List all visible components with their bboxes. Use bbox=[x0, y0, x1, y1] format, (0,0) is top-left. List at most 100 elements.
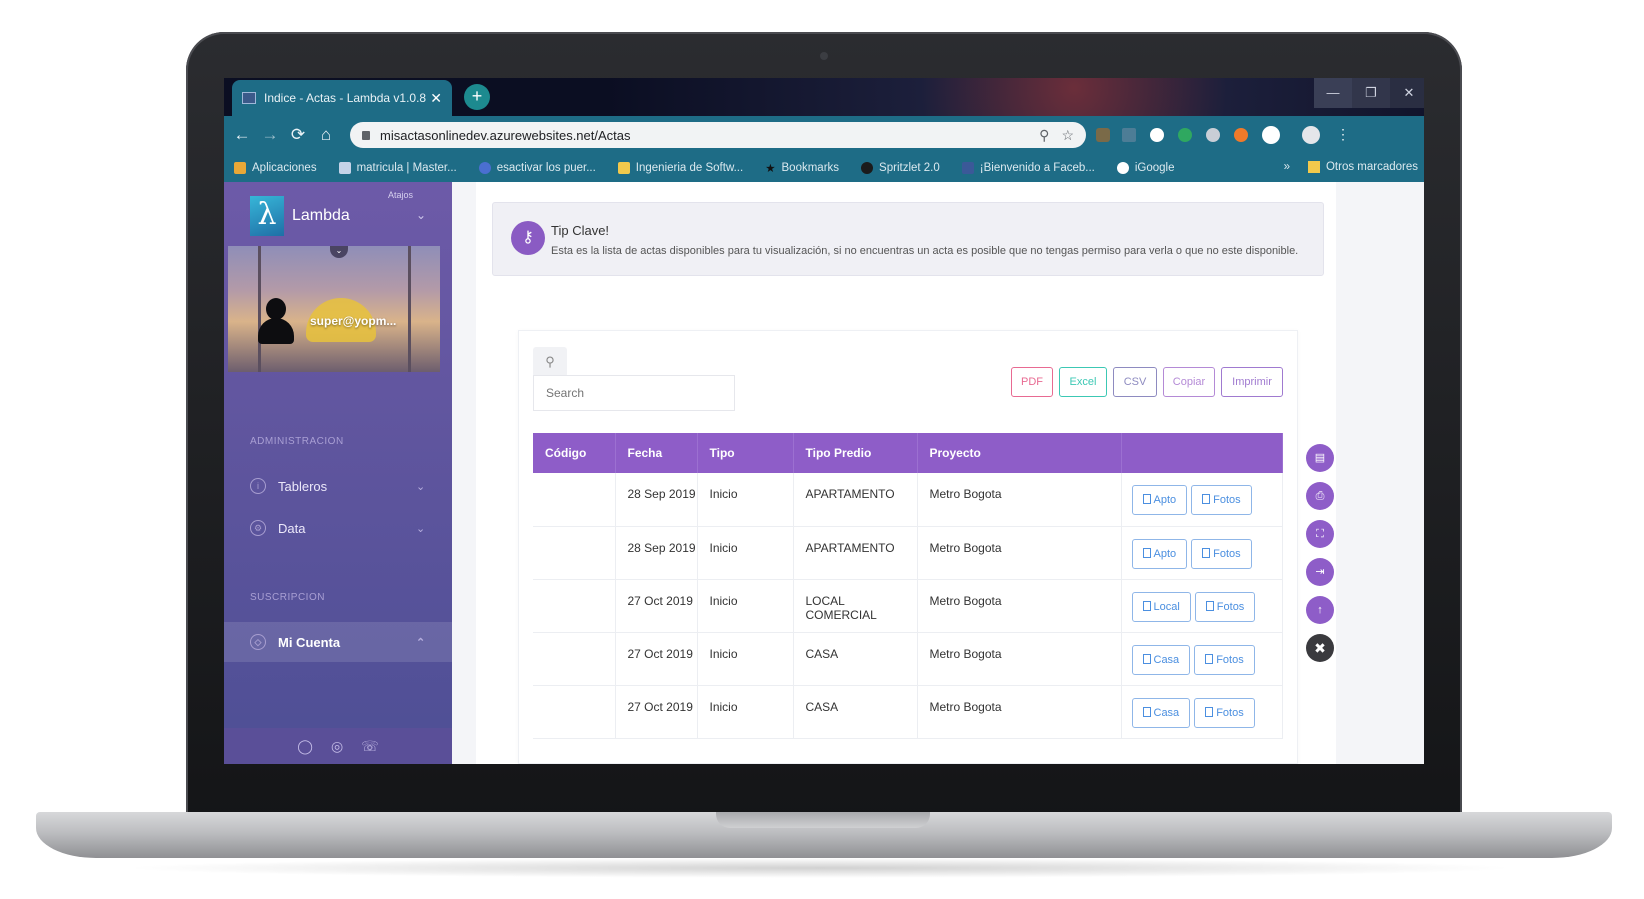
brand[interactable]: λ Lambda bbox=[250, 194, 350, 238]
view-fotos-button[interactable]: Fotos bbox=[1194, 644, 1255, 675]
tip-alert: ⚷ Tip Clave! Esta es la lista de actas d… bbox=[492, 202, 1324, 276]
tab-strip: Indice - Actas - Lambda v1.0.8 ✕ + — ❐ ✕ bbox=[224, 78, 1424, 116]
table-row: 27 Oct 2019 Inicio LOCAL COMERCIAL Metro… bbox=[533, 579, 1283, 633]
copy-button[interactable]: Copiar bbox=[1163, 367, 1215, 397]
maximize-button[interactable]: ❐ bbox=[1352, 78, 1390, 108]
user-email[interactable]: super@yopm... bbox=[310, 314, 396, 328]
column-header[interactable]: Tipo bbox=[697, 433, 794, 473]
window-close-button[interactable]: ✕ bbox=[1390, 78, 1424, 108]
print-icon[interactable]: ⎙ bbox=[1306, 482, 1334, 510]
laptop-notch bbox=[716, 812, 930, 828]
tip-text: Esta es la lista de actas disponibles pa… bbox=[551, 245, 1299, 257]
url-text: misactasonlinedev.azurewebsites.net/Acta… bbox=[380, 127, 631, 143]
phone-icon[interactable]: ☏ bbox=[361, 738, 379, 755]
menu-kebab-icon[interactable]: ⋮ bbox=[1336, 126, 1350, 143]
view-acta-button[interactable]: Local bbox=[1131, 591, 1191, 622]
chevron-down-icon[interactable]: ⌄ bbox=[416, 208, 426, 222]
profile-avatar[interactable] bbox=[1302, 126, 1320, 144]
extension-icon[interactable] bbox=[1178, 128, 1192, 142]
view-acta-button[interactable]: Casa bbox=[1131, 697, 1191, 728]
column-header[interactable]: Tipo Predio bbox=[793, 433, 918, 473]
extension-icon[interactable] bbox=[1234, 128, 1248, 142]
sidebar-item-label: Tableros bbox=[278, 478, 328, 494]
back-icon[interactable]: ← bbox=[228, 125, 256, 145]
sidebar-item-mi-cuenta[interactable]: ◇ Mi Cuenta ⌃ bbox=[224, 622, 452, 662]
globe-icon[interactable]: ◎ bbox=[331, 738, 343, 755]
cell-codigo bbox=[533, 579, 616, 633]
home-icon[interactable]: ⌂ bbox=[312, 125, 340, 145]
lambda-logo: λ bbox=[250, 196, 284, 236]
bookmark-item[interactable]: Aplicaciones bbox=[234, 162, 317, 174]
bookmark-item[interactable]: Spritzlet 2.0 bbox=[861, 162, 940, 174]
view-fotos-button[interactable]: Fotos bbox=[1191, 485, 1252, 515]
app-sidebar: λ Lambda Atajos ⌄ ⌄ super@yopm... ADMINI… bbox=[224, 182, 452, 764]
column-header[interactable]: Código bbox=[533, 433, 616, 473]
cell-predio: LOCAL COMERCIAL bbox=[793, 579, 918, 633]
bookmark-item[interactable]: ★ Bookmarks bbox=[765, 161, 839, 175]
zoom-icon[interactable]: ⚲ bbox=[1039, 127, 1049, 144]
bookmark-item[interactable]: matricula | Master... bbox=[338, 162, 457, 174]
cell-actions: Casa Fotos bbox=[1121, 632, 1283, 686]
view-acta-button[interactable]: Apto bbox=[1131, 485, 1188, 515]
sidebar-item-data[interactable]: ⚙ Data ⌄ bbox=[224, 508, 452, 548]
bookmark-item[interactable]: iGoogle bbox=[1116, 162, 1175, 174]
file-icon[interactable]: ▤ bbox=[1306, 444, 1334, 472]
tab-title: Indice - Actas - Lambda v1.0.8 bbox=[264, 91, 427, 105]
view-acta-button[interactable]: Apto bbox=[1131, 538, 1188, 569]
arrow-up-icon[interactable]: ↑ bbox=[1306, 596, 1334, 624]
minimize-button[interactable]: — bbox=[1314, 78, 1352, 108]
bookmarks-more-icon[interactable]: » bbox=[1284, 161, 1290, 173]
extension-icon[interactable] bbox=[1096, 128, 1110, 142]
view-fotos-button[interactable]: Fotos bbox=[1191, 538, 1252, 569]
bookmark-item[interactable]: ¡Bienvenido a Faceb... bbox=[961, 162, 1095, 174]
cell-fecha: 28 Sep 2019 bbox=[615, 473, 698, 527]
bookmark-item[interactable]: esactivar los puer... bbox=[478, 162, 596, 174]
document-icon bbox=[1202, 547, 1211, 558]
shortcuts-label[interactable]: Atajos bbox=[388, 190, 413, 200]
column-header[interactable]: Fecha bbox=[615, 433, 698, 473]
camera bbox=[820, 52, 828, 60]
export-csv-button[interactable]: CSV bbox=[1113, 367, 1157, 397]
cell-tipo: Inicio bbox=[697, 579, 794, 633]
close-icon[interactable]: ✖ bbox=[1306, 634, 1334, 662]
screen: Indice - Actas - Lambda v1.0.8 ✕ + — ❐ ✕… bbox=[224, 78, 1424, 764]
other-bookmarks[interactable]: » Otros marcadores bbox=[1284, 161, 1418, 173]
bookmark-item[interactable]: Ingenieria de Softw... bbox=[617, 162, 743, 174]
print-button[interactable]: Imprimir bbox=[1221, 367, 1283, 397]
document-icon bbox=[1142, 494, 1151, 504]
fullscreen-icon[interactable]: ⛶ bbox=[1306, 520, 1334, 548]
globe-icon bbox=[861, 162, 874, 174]
document-icon bbox=[1205, 706, 1214, 717]
extension-icon[interactable] bbox=[1122, 128, 1136, 142]
section-label: SUSCRIPCION bbox=[250, 592, 325, 603]
avatar[interactable] bbox=[258, 298, 294, 344]
extension-icon[interactable] bbox=[1262, 126, 1280, 144]
column-header[interactable]: Proyecto bbox=[917, 433, 1122, 473]
sidebar-item-tableros[interactable]: i Tableros ⌄ bbox=[224, 466, 452, 506]
table-row: 27 Oct 2019 Inicio CASA Metro Bogota Cas… bbox=[533, 685, 1283, 739]
export-pdf-button[interactable]: PDF bbox=[1011, 367, 1053, 397]
browser-tab[interactable]: Indice - Actas - Lambda v1.0.8 ✕ bbox=[232, 80, 452, 116]
chevron-down-icon[interactable]: ⌄ bbox=[330, 246, 348, 258]
tab-close-icon[interactable]: ✕ bbox=[430, 90, 442, 107]
search-input[interactable] bbox=[533, 375, 735, 411]
document-icon bbox=[1142, 547, 1151, 558]
cell-proyecto: Metro Bogota bbox=[917, 579, 1122, 633]
logout-icon[interactable]: ⇥ bbox=[1306, 558, 1334, 586]
bookmark-star-icon[interactable]: ☆ bbox=[1061, 127, 1074, 144]
chat-icon[interactable]: ◯ bbox=[297, 738, 313, 755]
cell-actions: Apto Fotos bbox=[1121, 473, 1283, 527]
play-extension-icon[interactable] bbox=[1150, 128, 1164, 142]
address-bar[interactable]: misactasonlinedev.azurewebsites.net/Acta… bbox=[350, 122, 1086, 148]
document-icon bbox=[1142, 706, 1151, 717]
reload-icon[interactable]: ⟳ bbox=[284, 125, 312, 145]
export-excel-button[interactable]: Excel bbox=[1059, 367, 1107, 397]
tag-icon: ◇ bbox=[250, 634, 266, 650]
forward-icon[interactable]: → bbox=[256, 125, 284, 145]
folder-icon bbox=[617, 162, 630, 174]
view-fotos-button[interactable]: Fotos bbox=[1194, 697, 1255, 728]
new-tab-button[interactable]: + bbox=[464, 84, 490, 110]
extension-icon[interactable] bbox=[1206, 128, 1220, 142]
view-acta-button[interactable]: Casa bbox=[1131, 644, 1191, 675]
view-fotos-button[interactable]: Fotos bbox=[1194, 591, 1256, 622]
